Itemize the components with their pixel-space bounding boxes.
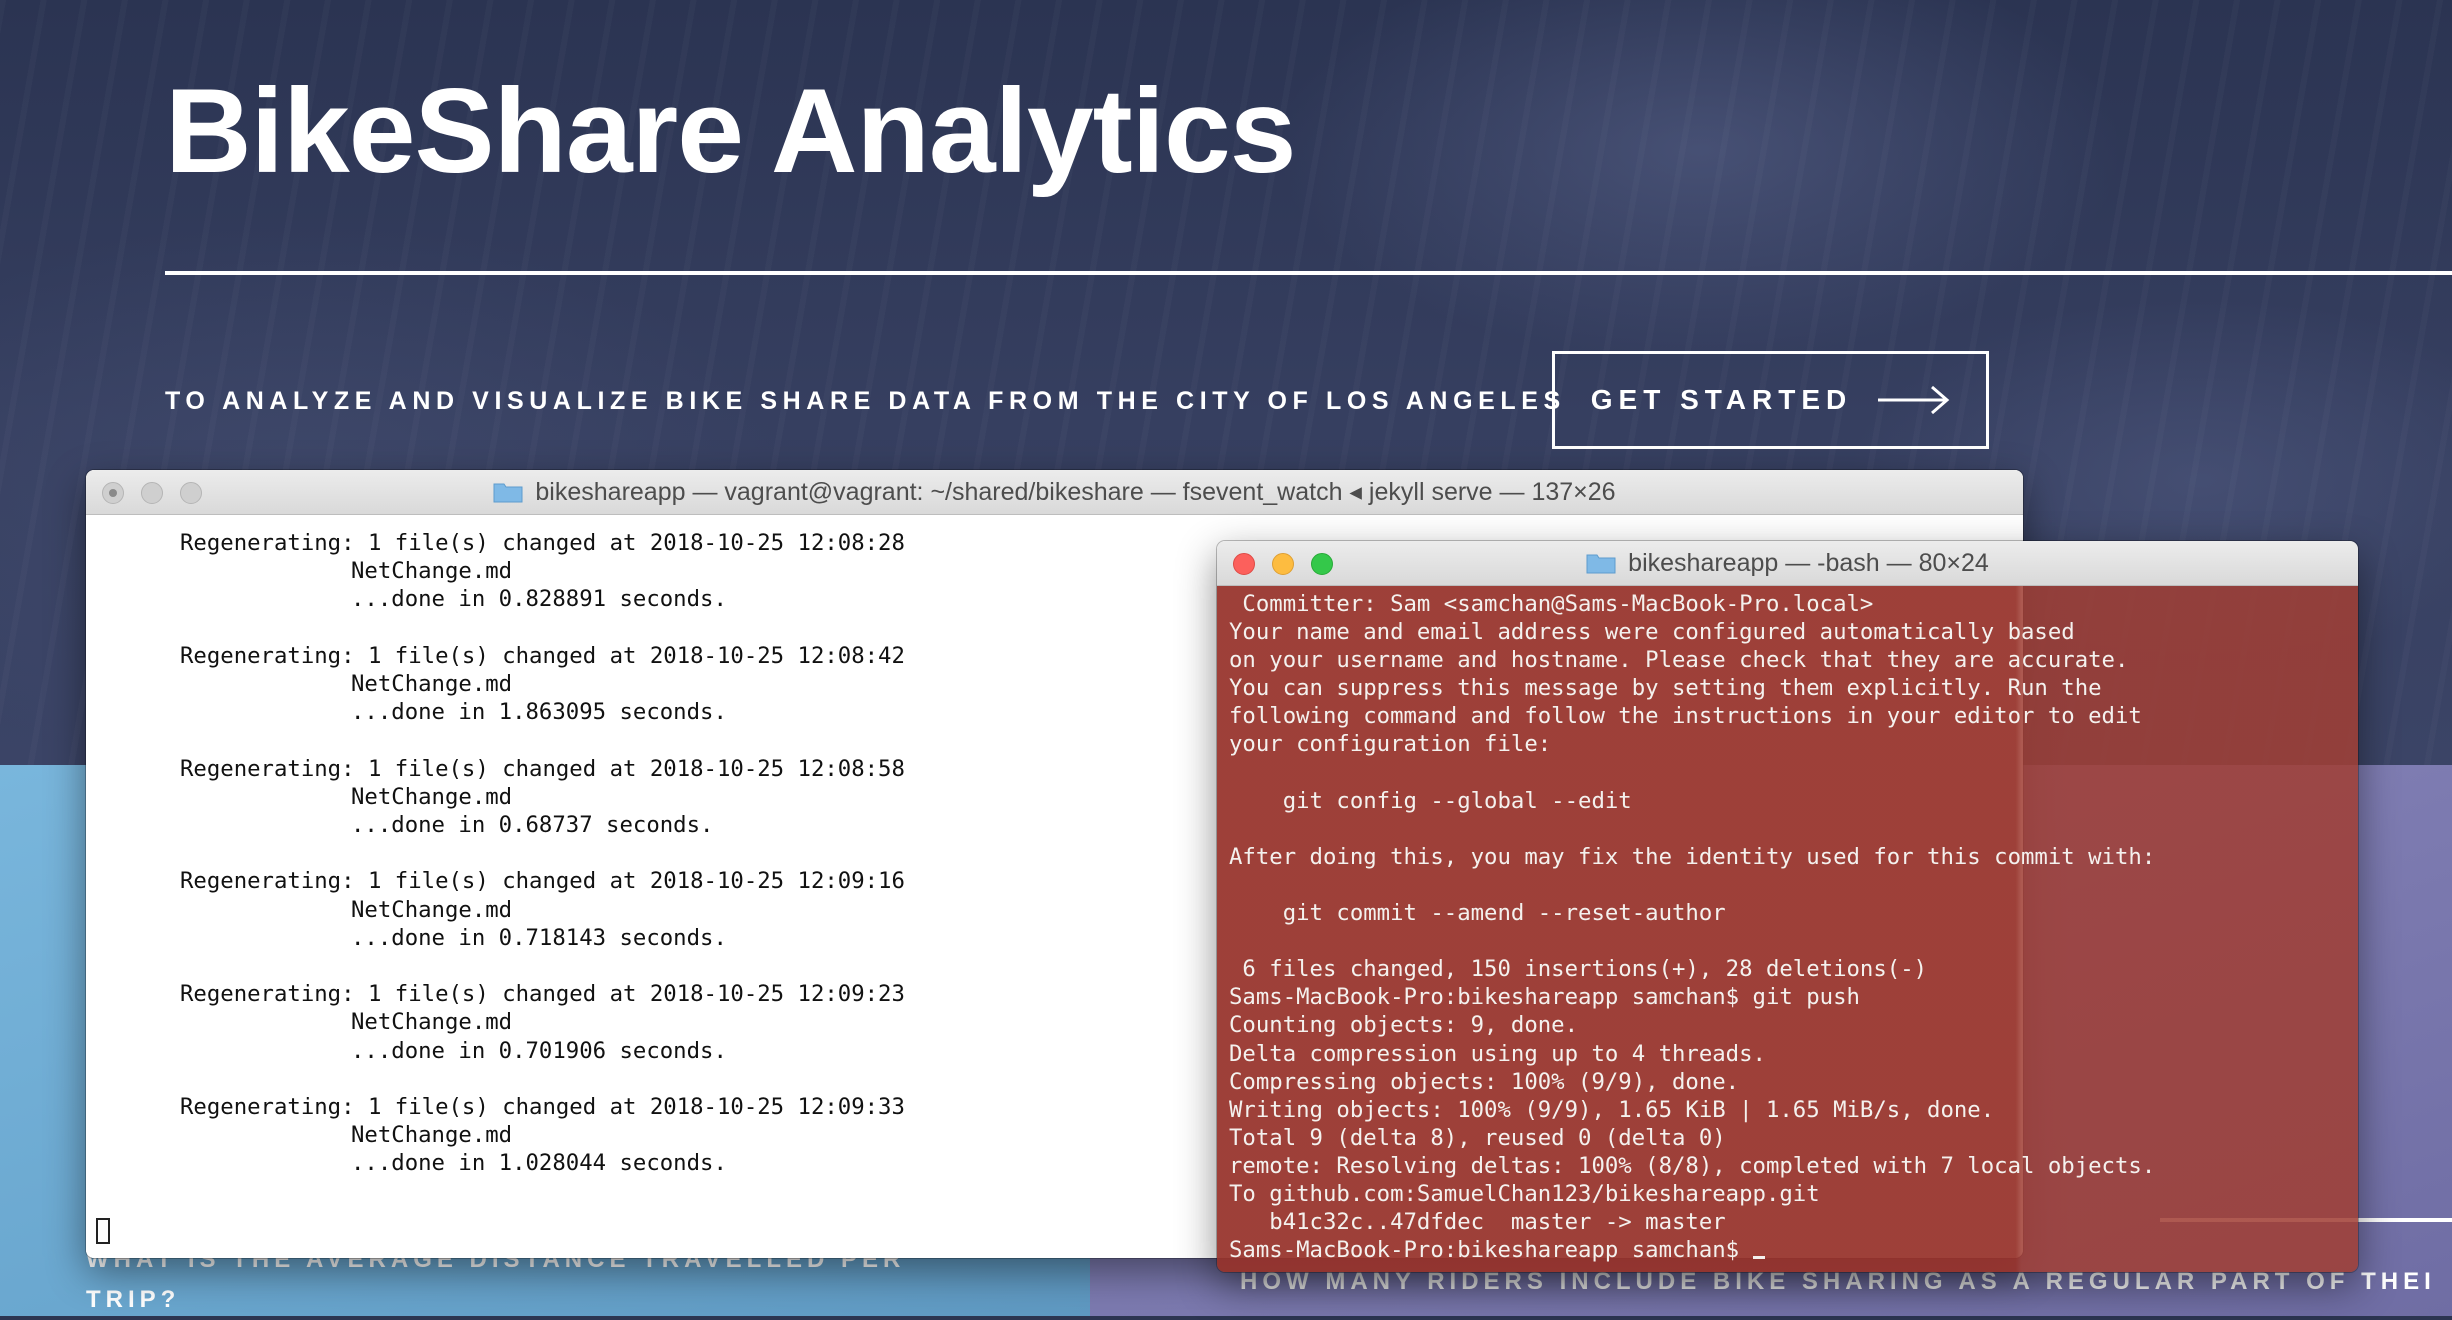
terminal-titlebar[interactable]: bikeshareapp — -bash — 80×24 <box>1217 541 2358 586</box>
terminal-line: Writing objects: 100% (9/9), 1.65 KiB | … <box>1229 1096 1995 1123</box>
regen-changed: 1 file(s) changed at 2018-10-25 12:08:42 <box>367 642 905 669</box>
terminal-line: Compressing objects: 100% (9/9), done. <box>1229 1068 1740 1095</box>
minimize-button[interactable] <box>141 482 163 504</box>
terminal-line: on your username and hostname. Please ch… <box>1229 647 2129 674</box>
page-title: BikeShare Analytics <box>165 64 1296 198</box>
terminal-line: Total 9 (delta 8), reused 0 (delta 0) <box>1229 1124 1726 1151</box>
regen-prefix: Regenerating: <box>180 642 355 669</box>
regen-changed: 1 file(s) changed at 2018-10-25 12:09:16 <box>367 868 905 895</box>
window-controls <box>102 482 202 504</box>
regen-prefix: Regenerating: <box>180 981 355 1008</box>
terminal-line: 6 files changed, 150 insertions(+), 28 d… <box>1229 956 1928 983</box>
terminal-line: Your name and email address were configu… <box>1229 619 2075 646</box>
terminal-title: bikeshareapp — -bash — 80×24 <box>1628 548 1989 577</box>
terminal-line: git commit --amend --reset-author <box>1229 900 1726 927</box>
terminal-cursor <box>1752 1256 1765 1260</box>
terminal-prompt: Sams-MacBook-Pro:bikeshareapp samchan$ <box>1229 1237 1753 1264</box>
terminal-line: b41c32c..47dfdec master -> master <box>1229 1209 1726 1236</box>
terminal-line: Committer: Sam <samchan@Sams-MacBook-Pro… <box>1229 591 1874 617</box>
regen-prefix: Regenerating: <box>180 755 355 782</box>
zoom-button[interactable] <box>180 482 202 504</box>
terminal-line: your configuration file: <box>1229 731 1552 758</box>
window-controls <box>1233 553 1333 575</box>
regen-changed: 1 file(s) changed at 2018-10-25 12:09:23 <box>367 981 905 1008</box>
terminal-line: following command and follow the instruc… <box>1229 703 2142 730</box>
terminal-line: To github.com:SamuelChan123/bikeshareapp… <box>1229 1180 1820 1207</box>
regen-prefix: Regenerating: <box>180 1093 355 1120</box>
minimize-button[interactable] <box>1272 553 1294 575</box>
terminal-line: You can suppress this message by setting… <box>1229 675 2102 702</box>
terminal-line: Sams-MacBook-Pro:bikeshareapp samchan$ g… <box>1229 984 1860 1011</box>
zoom-button[interactable] <box>1311 553 1333 575</box>
regen-prefix: Regenerating: <box>180 530 355 556</box>
folder-icon <box>1586 554 1616 574</box>
terminal-line: git config --global --edit <box>1229 787 1632 814</box>
close-button[interactable] <box>102 482 124 504</box>
hero-divider <box>165 271 2452 275</box>
get-started-button[interactable]: GET STARTED <box>1552 351 1989 449</box>
regen-changed: 1 file(s) changed at 2018-10-25 12:08:28 <box>367 530 905 556</box>
folder-icon <box>493 483 523 503</box>
hero-tagline: TO ANALYZE AND VISUALIZE BIKE SHARE DATA… <box>165 387 1566 415</box>
terminal-title: bikeshareapp — vagrant@vagrant: ~/shared… <box>535 478 1616 506</box>
terminal-window-bash[interactable]: bikeshareapp — -bash — 80×24 Committer: … <box>1217 541 2358 1272</box>
close-button[interactable] <box>1233 553 1255 575</box>
terminal-prompt-line[interactable]: Sams-MacBook-Pro:bikeshareapp samchan$ <box>1229 1236 2358 1264</box>
terminal-line: remote: Resolving deltas: 100% (8/8), co… <box>1229 1152 2156 1179</box>
arrow-right-icon <box>1878 385 1950 415</box>
terminal-titlebar[interactable]: bikeshareapp — vagrant@vagrant: ~/shared… <box>86 470 2023 515</box>
regen-changed: 1 file(s) changed at 2018-10-25 12:08:58 <box>367 755 905 782</box>
terminal-line: Delta compression using up to 4 threads. <box>1229 1040 1766 1067</box>
get-started-label: GET STARTED <box>1590 384 1853 415</box>
regen-prefix: Regenerating: <box>180 868 355 895</box>
terminal-line: Counting objects: 9, done. <box>1229 1012 1579 1039</box>
terminal-line: After doing this, you may fix the identi… <box>1229 843 2156 870</box>
regen-changed: 1 file(s) changed at 2018-10-25 12:09:33 <box>367 1093 905 1120</box>
terminal-cursor <box>96 1218 110 1244</box>
terminal-output[interactable]: Committer: Sam <samchan@Sams-MacBook-Pro… <box>1217 586 2358 1272</box>
